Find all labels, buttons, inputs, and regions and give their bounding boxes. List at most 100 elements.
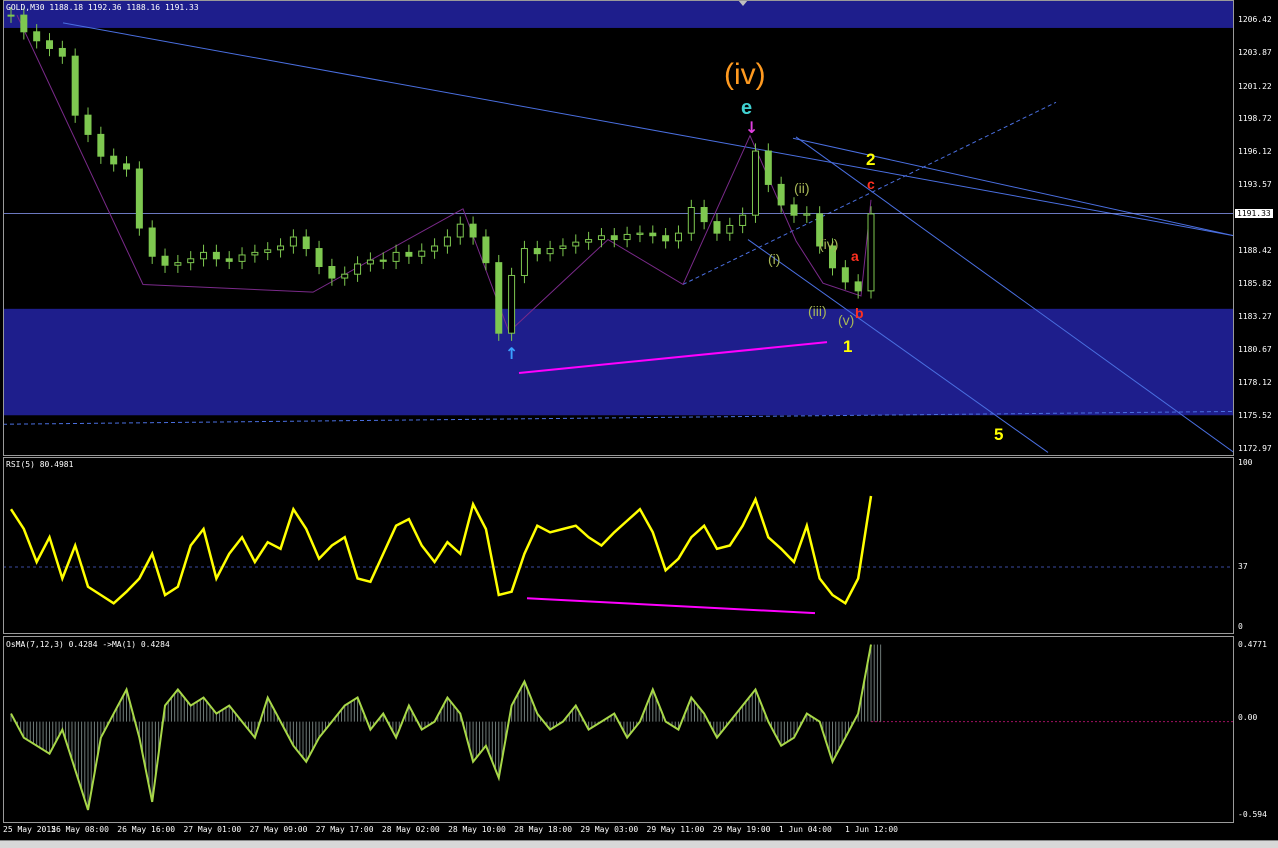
candle-body <box>443 236 451 247</box>
time-axis-label: 28 May 02:00 <box>381 825 440 834</box>
time-axis-label: 1 Jun 04:00 <box>778 825 832 834</box>
price-chart-pane[interactable]: ↑ ↓ <box>3 0 1234 455</box>
candle-body <box>585 239 593 243</box>
candle-body <box>572 241 580 247</box>
osma-header: OsMA(7,12,3) 0.4284 ->MA(1) 0.4284 <box>6 640 170 649</box>
candle-body <box>84 114 92 135</box>
time-axis-label: 25 May 2015 <box>3 825 56 834</box>
rsi-pane[interactable] <box>3 458 1234 633</box>
time-axis: 25 May 2015 26 May 08:00 26 May 16:00 27 Ma… <box>3 824 1234 838</box>
candle-body <box>597 235 605 241</box>
price-axis-label: 1175.52 <box>1238 411 1272 421</box>
candle-body <box>7 14 15 17</box>
candle-body <box>431 245 439 252</box>
time-axis-label: 27 May 09:00 <box>249 825 308 834</box>
candle-body <box>392 251 400 262</box>
candle-body <box>662 235 670 242</box>
candle-body <box>20 14 28 33</box>
time-axis-label: 28 May 10:00 <box>448 825 506 834</box>
time-axis-label: 29 May 03:00 <box>580 825 639 834</box>
candle-body <box>636 232 644 235</box>
symbol-header: GOLD,M30 1188.18 1192.36 1188.16 1191.33 <box>6 3 199 12</box>
rsi-axis: 100 37 0 <box>1235 458 1278 633</box>
rsi-axis-label: 37 <box>1238 562 1248 571</box>
price-axis-label: 1206.42 <box>1238 15 1272 24</box>
price-axis-label: 1198.72 <box>1238 113 1272 123</box>
wave-label-a: a <box>851 248 859 264</box>
candle-body <box>58 47 66 57</box>
candle-body <box>777 183 785 206</box>
candle-body <box>405 251 413 257</box>
price-axis-label: 1203.87 <box>1238 47 1272 57</box>
candle-body <box>174 262 182 266</box>
price-axis-label: 1178.12 <box>1238 377 1272 387</box>
candle-body <box>123 163 131 170</box>
osma-axis: 0.4771 0.00 -0.594 <box>1235 637 1278 822</box>
candle-body <box>739 214 747 226</box>
trendline-upper <box>62 22 1234 237</box>
candle-body <box>200 251 208 260</box>
candle-body <box>225 258 233 262</box>
candle-body <box>315 248 323 267</box>
price-axis-label: 1180.67 <box>1238 345 1272 355</box>
candle-body <box>803 213 811 216</box>
price-axis-label: 1172.97 <box>1238 444 1272 453</box>
candle-body <box>71 55 79 116</box>
price-axis-label: 1193.57 <box>1238 179 1272 189</box>
candle-body <box>110 155 118 165</box>
candle-body <box>469 223 477 238</box>
up-arrow-icon: ↑ <box>505 344 518 363</box>
time-axis-label: 1 Jun 12:00 <box>845 825 898 834</box>
rsi-line <box>9 495 873 606</box>
wave-label-1: 1 <box>843 337 853 356</box>
price-chart-svg[interactable]: ↑↓ <box>3 0 1234 455</box>
time-axis-label: 28 May 18:00 <box>514 825 573 834</box>
candle-body <box>610 235 618 241</box>
wave-label-ii: (ii) <box>794 180 810 196</box>
candle-body <box>790 204 798 216</box>
candle-body <box>623 233 631 241</box>
osma-pane[interactable] <box>3 637 1234 822</box>
candle-body <box>559 245 567 250</box>
price-axis-label: 1183.27 <box>1238 311 1272 321</box>
rsi-divergence-line <box>526 597 816 615</box>
candle-body <box>533 248 541 255</box>
osma-axis-label: 0.4771 <box>1238 640 1267 649</box>
candle-body <box>674 232 682 242</box>
candle-body <box>546 248 554 255</box>
candle-body <box>508 274 516 334</box>
candle-body <box>841 267 849 283</box>
price-axis-label: 1196.12 <box>1238 147 1272 157</box>
wave-label-c: c <box>867 176 875 192</box>
price-axis-label: 1201.22 <box>1238 81 1272 91</box>
osma-signal-line <box>10 644 872 811</box>
candle-body <box>33 31 41 42</box>
candle-body <box>726 224 734 234</box>
candle-body <box>700 207 708 223</box>
candle-body <box>418 250 426 257</box>
candle-body <box>867 213 875 292</box>
candle-body <box>751 150 759 216</box>
candle-body <box>482 236 490 264</box>
down-arrow-icon: ↓ <box>745 118 758 137</box>
rsi-header: RSI(5) 80.4981 <box>6 460 74 469</box>
wave-label-e: e <box>741 97 753 119</box>
wave-label-b: b <box>855 305 864 321</box>
candle-body <box>520 248 528 276</box>
price-axis: 1206.42 1203.87 1201.22 1198.72 1196.12 1193.… <box>1235 0 1278 455</box>
candle-body <box>251 251 259 256</box>
osma-svg[interactable] <box>3 637 1234 822</box>
wave-label-iv-minor: (iv) <box>819 236 839 252</box>
candle-body <box>277 245 285 251</box>
time-axis-label: 29 May 19:00 <box>712 825 771 834</box>
time-axis-label: 29 May 11:00 <box>646 825 705 834</box>
osma-axis-label: -0.594 <box>1238 810 1267 819</box>
candle-body <box>649 232 657 237</box>
trendline-2 <box>792 137 1234 237</box>
candle-body <box>238 254 246 262</box>
rsi-svg[interactable] <box>3 458 1234 633</box>
candle-body <box>97 133 105 157</box>
candle-body <box>148 227 156 257</box>
candle-body <box>366 259 374 265</box>
candle-body <box>456 223 464 238</box>
